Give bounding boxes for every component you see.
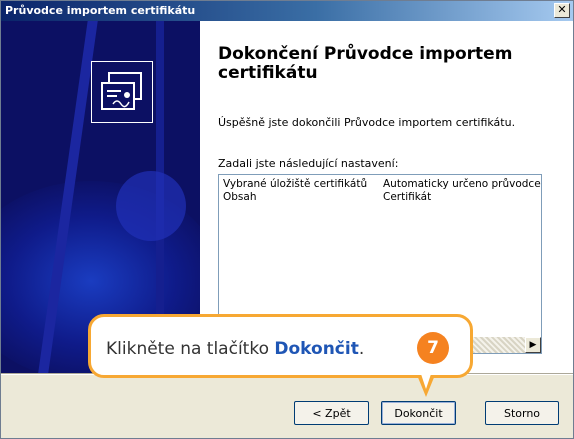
scroll-right-arrow-icon[interactable]: ▶ (525, 337, 541, 353)
setting-key: Obsah (223, 191, 257, 203)
cancel-button[interactable]: Storno (485, 401, 559, 425)
setting-value: Certifikát (383, 191, 432, 203)
callout-keyword: Dokončit (274, 339, 359, 359)
settings-label: Zadali jste následující nastavení: (218, 157, 399, 170)
callout-text: Klikněte na tlačítko Dokončit. (106, 339, 365, 359)
setting-value: Automaticky určeno průvodcem (383, 178, 542, 190)
title-bar[interactable]: Průvodce importem certifikátu ✕ (1, 1, 573, 21)
success-message: Úspěšně jste dokončili Průvodce importem… (218, 116, 516, 129)
back-button[interactable]: < Zpět (294, 401, 369, 425)
close-button[interactable]: ✕ (554, 3, 570, 18)
setting-key: Vybrané úložiště certifikátů (223, 178, 368, 190)
certificate-icon (91, 61, 153, 123)
page-title: Dokončení Průvodce importem certifikátu (218, 44, 513, 83)
window-title: Průvodce importem certifikátu (5, 4, 196, 17)
finish-button[interactable]: Dokončit (381, 401, 456, 425)
step-number-badge: 7 (417, 332, 449, 364)
